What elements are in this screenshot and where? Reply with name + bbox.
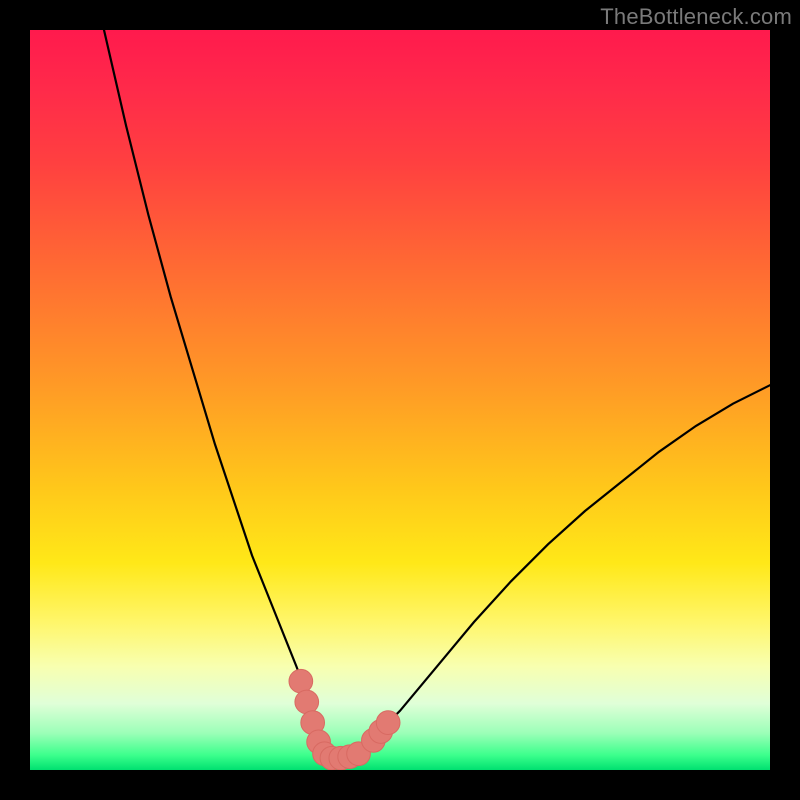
bottleneck-curve [104, 30, 770, 755]
chart-svg [30, 30, 770, 770]
watermark-text: TheBottleneck.com [600, 4, 792, 30]
plot-area [30, 30, 770, 770]
curve-marker [376, 711, 400, 735]
curve-marker [295, 690, 319, 714]
curve-marker [289, 669, 313, 693]
chart-frame: TheBottleneck.com [0, 0, 800, 800]
curve-markers [289, 669, 400, 770]
